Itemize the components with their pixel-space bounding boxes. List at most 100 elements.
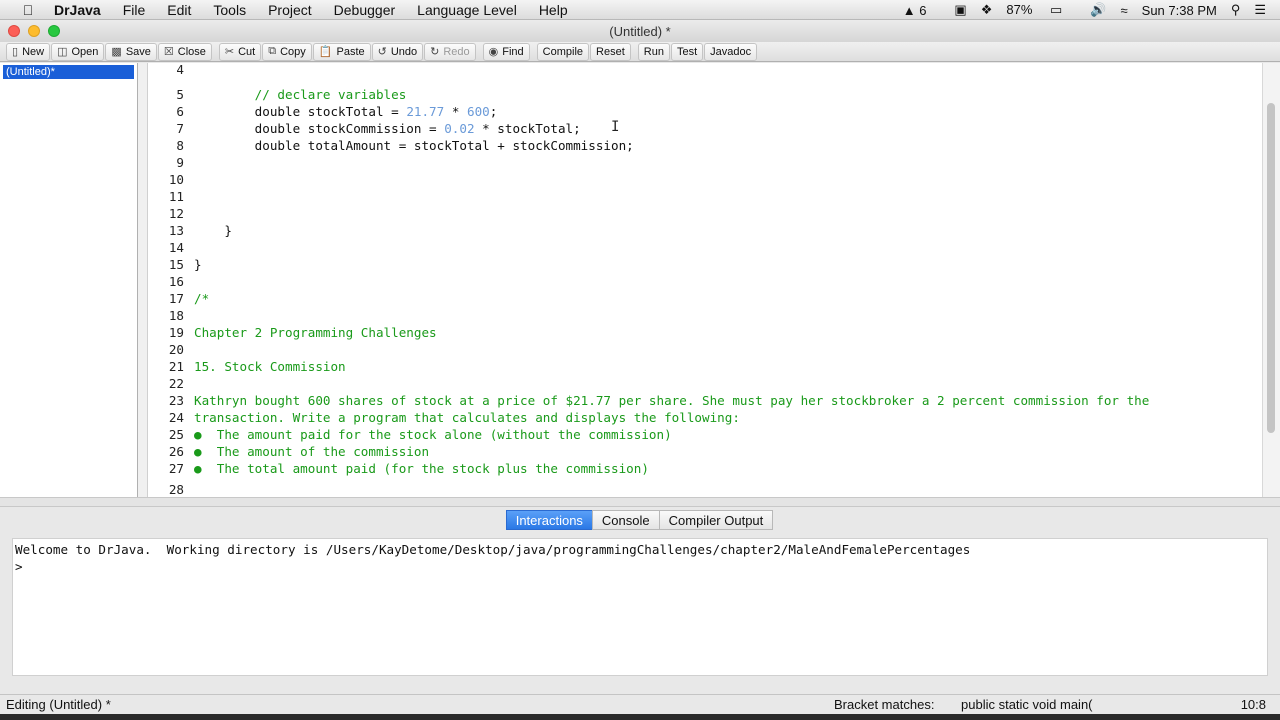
split-pane-divider[interactable] — [0, 497, 1280, 507]
editor-vertical-scrollbar[interactable] — [1262, 63, 1280, 497]
editor-line: 25 ● The amount paid for the stock alone … — [148, 426, 1262, 443]
dropbox-icon[interactable]: ❖ — [981, 2, 993, 18]
volume-icon[interactable]: 🔊 — [1090, 2, 1106, 18]
test-label: Test — [676, 45, 698, 58]
line-number: 11 — [168, 189, 184, 204]
code-text: transaction. Write a program that calcul… — [194, 410, 740, 425]
code-text: // declare variables — [194, 87, 407, 102]
bracket-matches-value: public static void main( — [961, 697, 1093, 712]
compile-button[interactable]: Compile — [536, 42, 590, 61]
editor-line: 23 Kathryn bought 600 shares of stock at … — [148, 392, 1262, 409]
code-text: ● The amount of the commission — [194, 444, 430, 459]
cut-label: Cut — [238, 45, 256, 58]
editor-line: 12 — [148, 205, 1262, 222]
adobe-icon[interactable]: ▲ 6 — [903, 3, 941, 18]
document-list: (Untitled)* — [0, 63, 138, 497]
editor-line: 11 — [148, 188, 1262, 205]
find-label: Find — [502, 45, 524, 58]
close-label: Close — [177, 45, 206, 58]
save-button[interactable]: ▩ Save — [105, 42, 157, 61]
menu-tools[interactable]: Tools — [213, 2, 246, 18]
tab-console[interactable]: Console — [591, 510, 660, 530]
line-number: 9 — [176, 155, 184, 170]
notification-center-icon[interactable]: ☰ — [1254, 2, 1266, 18]
new-file-icon: ▯ — [12, 46, 19, 58]
spotlight-search-icon[interactable]: ⚲ — [1231, 2, 1241, 18]
interactions-pane[interactable]: Welcome to DrJava. Working directory is … — [12, 538, 1268, 676]
code-text: ● The total amount paid (for the stock p… — [194, 461, 649, 476]
menu-debugger[interactable]: Debugger — [334, 2, 396, 18]
editor-line: 13 } — [148, 222, 1262, 239]
menu-edit[interactable]: Edit — [167, 2, 191, 18]
line-number: 14 — [168, 240, 184, 255]
adobe-count: 6 — [919, 2, 927, 18]
find-button[interactable]: ◉ Find — [482, 42, 530, 61]
code-text: } — [194, 257, 202, 272]
code-text: } — [194, 223, 232, 238]
line-number: 19 — [168, 325, 184, 340]
line-number: 23 — [168, 393, 184, 408]
menu-help[interactable]: Help — [539, 2, 568, 18]
menu-project[interactable]: Project — [268, 2, 312, 18]
javadoc-button[interactable]: Javadoc — [704, 42, 758, 61]
code-text: double totalAmount = stockTotal + stockC… — [194, 138, 634, 153]
menubar-status-area: ▲ 6 ▣ ❖ 87% ▭ 🔊 ≈ Sun 7:38 PM ⚲ ☰ — [903, 0, 1280, 20]
binoculars-icon: ◉ — [488, 46, 499, 58]
code-text: double stockTotal = 21.77 * 600; — [194, 104, 498, 119]
line-number: 5 — [176, 87, 184, 102]
tab-compiler-output[interactable]: Compiler Output — [658, 510, 774, 530]
undo-button[interactable]: ↺ Undo — [371, 42, 424, 61]
open-button[interactable]: ◫ Open — [51, 42, 105, 61]
wifi-icon[interactable]: ≈ — [1121, 3, 1128, 18]
editor-line: 24 transaction. Write a program that calc… — [148, 409, 1262, 426]
interactions-prompt[interactable]: > — [15, 558, 1265, 575]
cursor-position: 10:8 — [1240, 697, 1266, 712]
battery-indicator[interactable]: 87% ▭ — [1006, 2, 1076, 18]
code-text: 15. Stock Commission — [194, 359, 346, 374]
minimize-window-button[interactable] — [28, 25, 40, 37]
close-window-button[interactable] — [8, 25, 20, 37]
editor-line: 15} — [148, 256, 1262, 273]
code-editor[interactable]: 4 5 // declare variables 6 double stockT… — [148, 63, 1262, 497]
reset-button[interactable]: Reset — [590, 42, 631, 61]
line-number: 4 — [176, 63, 184, 77]
paste-button[interactable]: 📋 Paste — [312, 42, 371, 61]
run-button[interactable]: Run — [637, 42, 670, 61]
clock[interactable]: Sun 7:38 PM — [1142, 3, 1217, 18]
document-item-untitled[interactable]: (Untitled)* — [3, 65, 134, 79]
test-button[interactable]: Test — [670, 42, 704, 61]
compile-label: Compile — [542, 45, 584, 58]
menu-file[interactable]: File — [123, 2, 146, 18]
save-label: Save — [125, 45, 151, 58]
editor-line: 26 ● The amount of the commission — [148, 443, 1262, 460]
zoom-window-button[interactable] — [48, 25, 60, 37]
editor-line: 21 15. Stock Commission — [148, 358, 1262, 375]
line-number: 17 — [168, 291, 184, 306]
line-number: 22 — [168, 376, 184, 391]
new-label: New — [22, 45, 45, 58]
screen-record-icon[interactable]: ▣ — [954, 2, 966, 18]
apple-icon[interactable]:  — [20, 2, 36, 18]
copy-button[interactable]: ⧉ Copy — [262, 42, 312, 61]
paste-label: Paste — [336, 45, 365, 58]
pane-divider[interactable] — [138, 63, 148, 497]
save-icon: ▩ — [111, 46, 122, 58]
window-title: (Untitled) * — [609, 23, 671, 39]
bottom-tab-bar: Interactions Console Compiler Output — [0, 508, 1280, 532]
redo-button[interactable]: ↻ Redo — [424, 42, 476, 61]
line-number: 21 — [168, 359, 184, 374]
editor-line: 22 — [148, 375, 1262, 392]
scissors-icon: ✂ — [224, 46, 235, 58]
cut-button[interactable]: ✂ Cut — [218, 42, 262, 61]
line-number: 13 — [168, 223, 184, 238]
window-titlebar: (Untitled) * — [0, 20, 1280, 42]
menu-app-name[interactable]: DrJava — [54, 2, 101, 18]
editor-line: 10 — [148, 171, 1262, 188]
scrollbar-thumb[interactable] — [1267, 103, 1275, 433]
tab-interactions[interactable]: Interactions — [505, 510, 593, 530]
new-button[interactable]: ▯ New — [6, 42, 51, 61]
close-button[interactable]: ☒ Close — [157, 42, 212, 61]
menu-language-level[interactable]: Language Level — [417, 2, 517, 18]
line-number: 16 — [168, 274, 184, 289]
editor-line: 19 Chapter 2 Programming Challenges — [148, 324, 1262, 341]
